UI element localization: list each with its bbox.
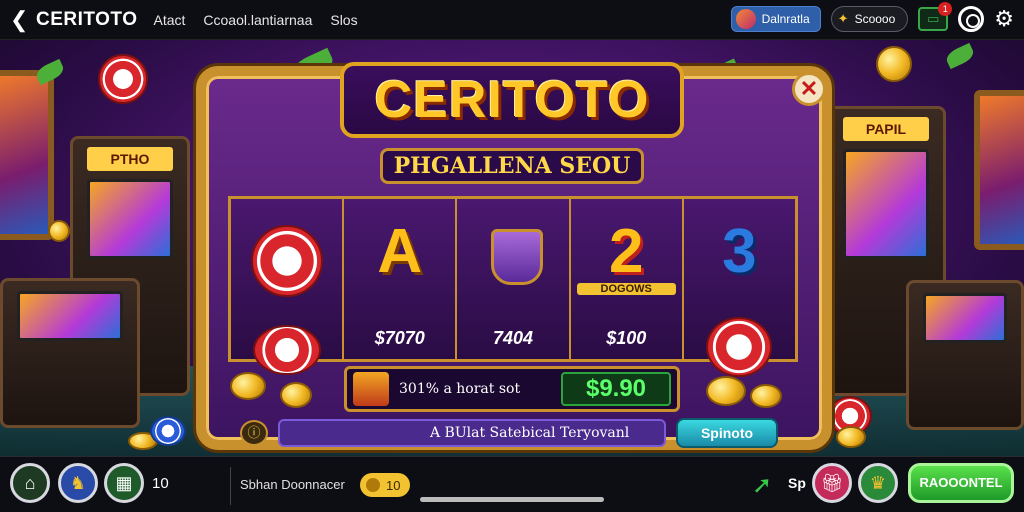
character-icon: ♞	[69, 472, 87, 493]
trophy-icon: ♛	[869, 472, 887, 493]
gift-icon: 🎁︎	[820, 472, 844, 493]
arcade-screen	[17, 291, 123, 341]
casino-chip	[251, 225, 323, 297]
reel-5: 3	[683, 199, 796, 377]
gold-coin	[750, 384, 782, 408]
gold-coin	[230, 372, 266, 400]
coin-counter[interactable]: 10	[360, 473, 410, 497]
casino-chip	[253, 325, 321, 375]
casino-chip	[150, 416, 186, 446]
reel-2: A $7070	[344, 199, 458, 359]
balance-value: Scoooo	[854, 12, 896, 26]
target-icon[interactable]	[958, 6, 985, 32]
notification-badge: 1	[938, 2, 953, 16]
gold-coin	[48, 220, 70, 242]
prize-icon	[353, 372, 389, 406]
mail-icon: ▭	[927, 11, 940, 26]
arcade-sign: PTHO	[87, 147, 173, 171]
bottom-bar: ⌂ ♞ ▦ 10 Sbhan Doonnacer 10 ➚ Sp 🎁︎ ♛ RA…	[0, 456, 1024, 512]
back-chevron-icon[interactable]: ❮	[10, 7, 30, 32]
game-subtitle: PHGALLENA SEOU	[380, 148, 644, 184]
reel-amount: 7404	[492, 328, 534, 348]
gold-coin	[280, 382, 312, 408]
info-bar: ⓘ A BUlat Satebical Teryovanl Spinoto	[240, 418, 800, 448]
win-text: 301% a horat sot	[399, 381, 521, 397]
coins-icon: ✦	[837, 11, 849, 26]
cup-icon	[491, 229, 544, 285]
balance-display[interactable]: ✦ Scoooo	[830, 6, 909, 32]
shop-button[interactable]: 🎁︎	[812, 463, 852, 503]
nav-item-2[interactable]: Ccoaol.lantiarnaa	[203, 12, 312, 28]
reel-amount: $7070	[374, 328, 425, 348]
close-button[interactable]: ✕	[792, 72, 826, 106]
cta-button[interactable]: RAOOONTEL	[908, 463, 1014, 503]
bottom-count: 10	[152, 475, 169, 492]
reel-3: 7404	[457, 199, 571, 359]
arrow-icon[interactable]: ➚	[752, 471, 772, 500]
symbol-label: DOGOWS	[576, 283, 676, 295]
home-icon: ⌂	[24, 472, 36, 493]
reel-symbol: 3	[722, 217, 757, 286]
slot-reels: A $7070 7404 2 DOGOWS $100 3	[228, 196, 798, 377]
spin-button[interactable]: Spinoto	[676, 418, 778, 448]
nav-item-3[interactable]: Slos	[330, 12, 357, 28]
arcade-screen	[923, 293, 1007, 343]
gold-coin	[836, 426, 866, 448]
profile-button[interactable]: ♞	[58, 463, 98, 503]
arcade-cabinet-right	[906, 280, 1024, 430]
grid-icon: ▦	[115, 472, 133, 493]
casino-chip	[98, 54, 148, 104]
gear-icon[interactable]: ⚙	[994, 6, 1014, 32]
inbox-button[interactable]: ▭ 1	[918, 2, 953, 31]
coin-icon	[366, 478, 380, 492]
reel-4: 2 DOGOWS $100	[570, 199, 684, 359]
bottom-label: Sbhan Doonnacer	[240, 477, 345, 492]
reel-1	[231, 199, 345, 375]
casino-chip	[705, 317, 772, 377]
coin-amount: 10	[386, 477, 401, 493]
brand-name: CERITOTO	[36, 8, 138, 30]
nav-item-1[interactable]: Atact	[153, 12, 185, 28]
arcade-screen	[843, 149, 929, 259]
announcement-marquee: A BUlat Satebical Teryovanl	[278, 419, 666, 447]
win-display: 301% a horat sot $9.90	[344, 366, 680, 412]
user-profile-button[interactable]: Dalnratla	[730, 6, 821, 32]
game-logo: CERITOTO	[340, 62, 684, 138]
reel-symbol: 2	[608, 217, 644, 286]
top-bar: ❮ CERITOTO Atact Ccoaol.lantiarnaa Slos …	[0, 0, 1024, 40]
gold-coin	[876, 46, 912, 82]
win-amount: $9.90	[561, 372, 671, 406]
arcade-screen	[87, 179, 173, 259]
arcade-sign: PAPIL	[843, 117, 929, 141]
divider	[230, 467, 231, 505]
home-button[interactable]: ⌂	[10, 463, 50, 503]
arcade-cabinet-left	[0, 278, 140, 428]
reel-symbol: A	[377, 217, 423, 286]
top-nav: Atact Ccoaol.lantiarnaa Slos	[153, 12, 357, 28]
user-name: Dalnratla	[761, 12, 810, 26]
info-icon[interactable]: ⓘ	[240, 420, 268, 446]
bonus-button[interactable]: ♛	[858, 463, 898, 503]
top-right-controls: Dalnratla ✦ Scoooo ▭ 1 ⚙	[730, 2, 1014, 32]
wall-painting-right	[974, 90, 1024, 250]
avatar	[735, 9, 756, 29]
grid-menu-button[interactable]: ▦	[104, 463, 144, 503]
wall-painting-left	[0, 70, 54, 240]
home-indicator	[420, 497, 604, 502]
gold-coin	[706, 376, 746, 406]
sp-label: Sp	[788, 475, 806, 491]
reel-amount: $100	[606, 328, 647, 348]
leaf-decoration	[943, 42, 977, 70]
